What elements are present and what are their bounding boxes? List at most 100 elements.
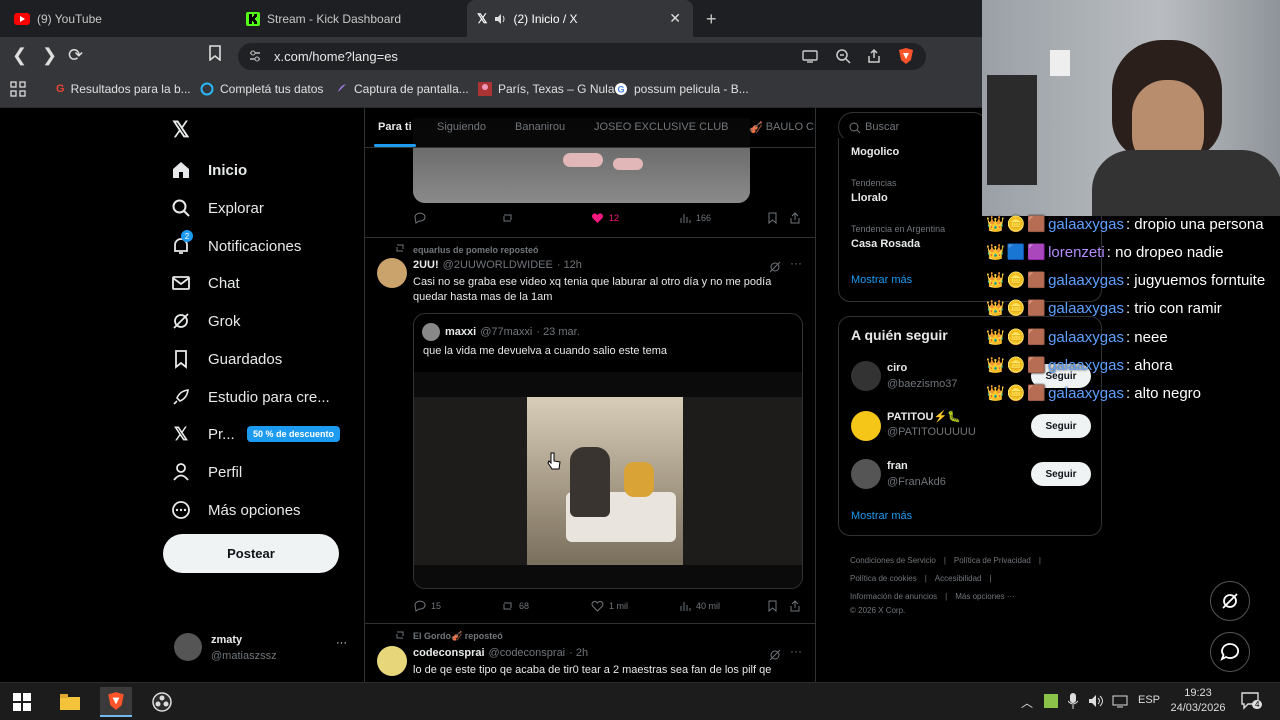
author-name[interactable]: codeconsprai [413,647,485,659]
tab-joseo[interactable]: JOSEO EXCLUSIVE CLUB [594,121,729,133]
sidebar-item-grok[interactable]: Grok [170,310,241,332]
follow-button[interactable]: Seguir [1031,414,1091,438]
post-codeconsprai[interactable]: El Gordo🎻 reposteó codeconsprai @codecon… [365,624,815,682]
footer-link[interactable]: Accesibilidad [935,570,982,588]
avatar[interactable] [377,258,407,288]
bookmark-item[interactable]: G Resultados para la b... [56,82,191,96]
bookmark-button[interactable] [767,600,778,612]
tab-bananirou[interactable]: Bananirou [515,121,565,133]
post-button[interactable]: Postear [163,534,339,573]
sidebar-item-premium[interactable]: 𝕏 Pr... [170,423,235,445]
chevron-up-icon[interactable]: ︿ [1021,694,1033,711]
bookmark-item[interactable]: G possum pelicula - B... [614,82,749,96]
microphone-icon[interactable] [1067,693,1079,714]
more-icon[interactable]: ··· [790,644,802,658]
forward-icon[interactable]: ❯ [42,45,57,66]
footer-link[interactable]: Condiciones de Servicio [850,552,936,570]
views-button[interactable]: 40 mil [679,600,720,612]
post-time[interactable]: · 2h [569,647,588,659]
like-button[interactable]: 12 [591,212,619,224]
share-icon[interactable] [866,48,882,69]
bookmark-page-icon[interactable] [208,45,222,66]
tab-kick-dashboard[interactable]: Stream - Kick Dashboard [246,0,462,37]
trend-item[interactable]: Tendencia en Argentina Casa Rosada [851,224,945,250]
bookmark-button[interactable] [767,212,778,224]
reload-icon[interactable]: ⟳ [68,45,83,66]
views-button[interactable]: 166 [679,212,711,224]
sidebar-item-estudio[interactable]: Estudio para cre... [170,386,330,408]
more-icon[interactable]: ··· [336,637,347,649]
x-logo-icon[interactable]: 𝕏 [172,117,190,143]
tray-app-icon[interactable] [1044,694,1058,713]
clock[interactable]: 19:23 24/03/2026 [1168,686,1228,716]
language-indicator[interactable]: ESP [1138,694,1160,706]
post-time[interactable]: · 12h [557,259,582,271]
cast-icon[interactable] [802,49,818,68]
repost-button[interactable] [501,212,514,224]
trend-item[interactable]: Mogolico [851,146,899,158]
like-button[interactable]: 1 mil [591,600,628,612]
bookmark-item[interactable]: Captura de pantalla... [334,82,469,96]
back-icon[interactable]: ❮ [12,45,27,66]
obs-icon[interactable] [146,687,178,717]
discount-badge[interactable]: 50 % de descuento [247,426,341,442]
brave-taskbar-icon[interactable] [100,687,132,717]
more-icon[interactable]: ··· [790,256,802,270]
tab-para-ti[interactable]: Para ti [378,121,412,133]
tab-baulo[interactable]: 🎻 BAULO CL [749,121,815,134]
follow-suggestion[interactable]: fran @FranAkd6 Seguir [839,457,1103,497]
site-settings-icon[interactable] [248,49,262,68]
sidebar-item-notificaciones[interactable]: 2 Notificaciones [170,230,301,257]
chat-message: 👑 🟦 🟪 lorenzeti: no dropeo nadie [986,243,1224,262]
brave-shield-icon[interactable] [898,47,914,70]
sidebar-item-guardados[interactable]: Guardados [170,348,282,370]
sidebar-item-inicio[interactable]: Inicio [170,159,247,181]
zoom-icon[interactable] [835,48,851,69]
footer-link[interactable]: Más opciones ··· [955,588,1015,606]
grok-floating-button[interactable] [1210,581,1250,621]
post-2uu[interactable]: equarlus de pomelo reposteó 2UU! @2UUWOR… [365,238,815,623]
chat-message: 👑 🪙 🟫 galaaxygas: alto negro [986,384,1201,403]
tab-x-home[interactable]: 𝕏 (2) Inicio / X ✕ [467,0,693,37]
post-text: Casi no se graba ese video xq tenia que … [413,276,772,303]
account-switcher[interactable]: zmaty @matiaszssz ··· [170,631,356,667]
follow-suggestion[interactable]: PATITOU⚡🐛 @PATITOUUUUU Seguir [839,407,1103,447]
quote-time: · 23 mar. [536,326,580,338]
repost-button[interactable]: 68 [501,600,529,612]
address-bar[interactable]: x.com/home?lang=es [238,43,926,70]
chat-floating-button[interactable] [1210,632,1250,672]
bookmark-item[interactable]: París, Texas – G Nula [478,82,615,96]
network-icon[interactable] [1112,693,1128,714]
video-player[interactable] [414,372,802,588]
quoted-post[interactable]: maxxi @77maxxi · 23 mar. que la vida me … [413,313,803,589]
bookmark-item[interactable]: Completá tus datos [200,82,323,96]
show-more-link[interactable]: Mostrar más [851,274,912,286]
avatar[interactable] [377,646,407,676]
sidebar-item-explorar[interactable]: Explorar [170,197,264,219]
show-more-link[interactable]: Mostrar más [851,510,912,522]
trend-item[interactable]: Tendencias Lloralo [851,178,897,204]
author-handle[interactable]: @codeconsprai [489,647,566,659]
footer-link[interactable]: Política de Privacidad [954,552,1031,570]
sidebar-item-perfil[interactable]: Perfil [170,461,242,483]
reply-button[interactable] [413,212,426,224]
file-explorer-icon[interactable] [54,687,86,717]
apps-grid-icon[interactable] [10,81,26,97]
notification-center-icon[interactable]: 4 [1241,692,1263,715]
volume-icon[interactable] [1088,693,1104,714]
new-tab-button[interactable]: + [706,9,717,30]
share-button[interactable] [789,212,801,224]
tab-siguiendo[interactable]: Siguiendo [437,121,486,133]
author-handle[interactable]: @2UUWORLDWIDEE [443,259,553,271]
follow-button[interactable]: Seguir [1031,462,1091,486]
sidebar-item-chat[interactable]: Chat [170,272,240,294]
sidebar-item-mas-opciones[interactable]: Más opciones [170,499,301,521]
footer-link[interactable]: Política de cookies [850,570,917,588]
sidebar-item-label: Inicio [208,161,248,179]
tab-youtube[interactable]: (9) YouTube [14,0,234,37]
close-tab-icon[interactable]: ✕ [669,10,681,27]
reply-button[interactable]: 15 [413,600,441,612]
windows-start-icon[interactable] [6,687,38,717]
author-name[interactable]: 2UU! [413,259,439,271]
share-button[interactable] [789,600,801,612]
